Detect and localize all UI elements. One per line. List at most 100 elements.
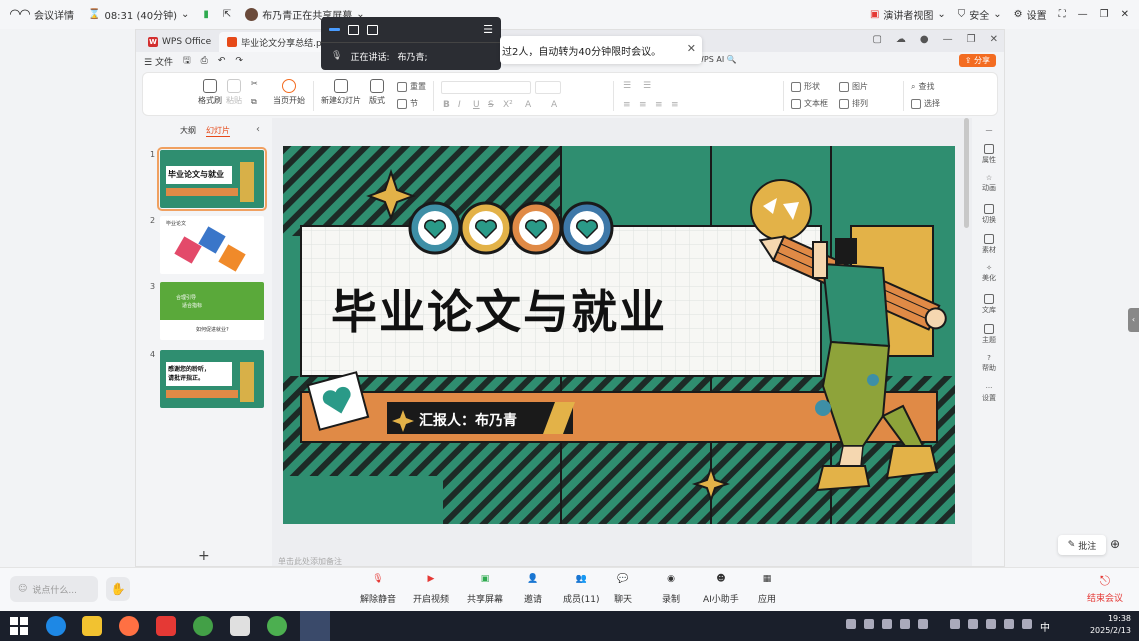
restore-icon[interactable]: ❐ — [1100, 9, 1109, 20]
start-video-button[interactable]: ▶ 开启视频 — [413, 574, 449, 605]
tray-wifi-icon[interactable] — [1022, 619, 1032, 629]
security-button[interactable]: ⛉ 安全 ⌄ — [958, 7, 1002, 22]
sidebar-item-properties[interactable]: 属性 — [974, 144, 1004, 165]
end-meeting-button[interactable]: ⎋ 结束会议 — [1087, 574, 1123, 604]
sidebar-item-transition[interactable]: 切换 — [974, 204, 1004, 225]
sidebar-item-settings[interactable]: ··· 设置 — [974, 384, 1004, 403]
zoom-icon[interactable]: ⊕ — [1110, 537, 1120, 551]
cloud-icon[interactable]: ☁ — [896, 34, 906, 45]
wps-ai-button[interactable]: WPS AI 🔍 — [696, 55, 737, 64]
tray-user-icon[interactable] — [900, 619, 910, 629]
tab-outline[interactable]: 大纲 — [180, 125, 196, 137]
tab-slides[interactable]: 幻灯片 — [206, 125, 230, 137]
bullets-icon[interactable]: ☰ — [623, 81, 631, 91]
cut-icon[interactable]: ✂ — [251, 79, 258, 88]
wechat-icon[interactable] — [267, 616, 287, 636]
user-avatar-icon[interactable]: ● — [920, 34, 929, 45]
align-center-icon[interactable]: ≡ — [639, 100, 647, 110]
textbox-button[interactable]: 文本框 — [791, 98, 828, 109]
close-icon[interactable]: ✕ — [1121, 9, 1129, 20]
tab-wps-office[interactable]: W WPS Office — [140, 32, 219, 52]
file-explorer-icon[interactable] — [82, 616, 102, 636]
sidebar-item-theme[interactable]: 主题 — [974, 324, 1004, 345]
firefox-icon[interactable] — [119, 616, 139, 636]
close-icon[interactable]: ✕ — [990, 34, 998, 45]
minimize-icon[interactable]: — — [1078, 9, 1088, 20]
bold-button[interactable]: B — [443, 100, 450, 110]
user-app-icon[interactable] — [230, 616, 250, 636]
find-button[interactable]: ⌕ 查找 — [911, 81, 934, 92]
slide-reporter[interactable]: 汇报人：布乃青 — [419, 410, 517, 430]
restore-icon[interactable]: ❐ — [967, 34, 976, 45]
numbering-icon[interactable]: ☰ — [643, 81, 651, 91]
fullscreen-icon[interactable]: ⛶ — [1059, 9, 1066, 20]
unmute-button[interactable]: 🎙 解除静音 — [360, 574, 396, 605]
wps-icon[interactable] — [156, 616, 176, 636]
underline-button[interactable]: U — [473, 100, 480, 110]
record-button[interactable]: ◉ 录制 — [662, 574, 680, 605]
shape-button[interactable]: 形状 — [791, 81, 820, 92]
add-slide-button[interactable]: + — [198, 548, 210, 564]
sidebar-collapse[interactable]: — — [974, 126, 1004, 134]
start-button[interactable] — [10, 617, 28, 635]
new-slide-button[interactable]: 新建幻灯片 — [321, 79, 361, 106]
menu-icon[interactable]: ☰ — [483, 23, 493, 36]
apps-button[interactable]: ▦ 应用 — [758, 574, 776, 605]
justify-icon[interactable]: ≡ — [671, 100, 679, 110]
format-painter-button[interactable]: 格式刷 — [198, 79, 222, 106]
save-icon[interactable]: 🖫 — [183, 53, 191, 69]
font-size-select[interactable] — [535, 81, 561, 94]
edge-icon[interactable] — [46, 616, 66, 636]
paste-button[interactable]: 粘贴 — [226, 79, 242, 106]
minimize-icon[interactable]: — — [943, 34, 953, 45]
sidebar-item-library[interactable]: 文库 — [974, 294, 1004, 315]
share-screen-button[interactable]: ▣ 共享屏幕 — [467, 574, 503, 605]
font-color-button[interactable]: A — [525, 100, 531, 110]
clock[interactable]: 19:38 2025/2/13 — [1090, 613, 1131, 637]
meeting-app-icon[interactable] — [300, 611, 330, 641]
ime-indicator[interactable]: 中 — [1040, 619, 1050, 634]
meeting-timer[interactable]: ⌛ 08:31 (40分钟) ⌄ — [88, 7, 189, 22]
chat-quick-input[interactable]: ☺ 说点什么... — [10, 576, 98, 602]
highlight-button[interactable]: A — [551, 100, 557, 110]
undo-icon[interactable]: ↶ — [218, 56, 226, 66]
tray-shield-icon[interactable] — [918, 619, 928, 629]
arrange-button[interactable]: 排列 — [839, 98, 868, 109]
raise-hand-button[interactable]: ✋ — [106, 577, 130, 601]
side-handle[interactable]: ‹ — [1128, 308, 1139, 332]
presenter-view-button[interactable]: ▣ 演讲者视图 ⌄ — [870, 7, 946, 22]
tray-app-icon[interactable] — [864, 619, 874, 629]
slide-scrollbar[interactable] — [964, 118, 969, 228]
meeting-details[interactable]: ◠◠ 会议详情 — [10, 7, 74, 22]
tray-mic-icon[interactable] — [986, 619, 996, 629]
list-view-icon[interactable] — [367, 24, 378, 35]
current-slide[interactable]: 毕业论文与就业 汇报人：布乃青 — [283, 146, 955, 524]
ai-assistant-button[interactable]: ☻ AI小助手 — [703, 574, 739, 605]
sidebar-item-beautify[interactable]: ✧ 美化 — [974, 264, 1004, 283]
copy-icon[interactable]: ⧉ — [251, 97, 257, 107]
tile-icon[interactable]: ▢ — [872, 34, 881, 45]
tray-network-icon[interactable] — [968, 619, 978, 629]
play-from-current-button[interactable]: 当页开始 — [273, 79, 305, 106]
tray-bluetooth-icon[interactable] — [950, 619, 960, 629]
sidebar-item-help[interactable]: ? 帮助 — [974, 354, 1004, 373]
slide-title[interactable]: 毕业论文与就业 — [331, 276, 667, 342]
strikethrough-button[interactable]: S — [488, 100, 494, 110]
popout-icon[interactable]: ⇱ — [223, 9, 231, 20]
menu-file[interactable]: ☰ 文件 — [144, 55, 173, 68]
font-family-select[interactable] — [441, 81, 531, 94]
tray-wechat-icon[interactable] — [882, 619, 892, 629]
settings-button[interactable]: ⚙ 设置 — [1014, 7, 1047, 22]
layout-button[interactable]: 版式 — [369, 79, 385, 106]
picture-button[interactable]: 图片 — [839, 81, 868, 92]
select-button[interactable]: 选择 — [911, 98, 940, 109]
superscript-button[interactable]: X² — [503, 100, 513, 110]
print-icon[interactable]: ⎙ — [201, 56, 208, 66]
window-view-icon[interactable] — [348, 24, 359, 35]
close-icon[interactable]: ✕ — [687, 42, 696, 55]
chat-button[interactable]: 💬 聊天 — [614, 574, 632, 605]
share-button[interactable]: ⇪ 分享 — [958, 54, 996, 67]
annotate-button[interactable]: ✎ 批注 — [1058, 535, 1106, 555]
reset-button[interactable]: 重置 — [397, 81, 426, 92]
italic-button[interactable]: I — [458, 100, 461, 110]
